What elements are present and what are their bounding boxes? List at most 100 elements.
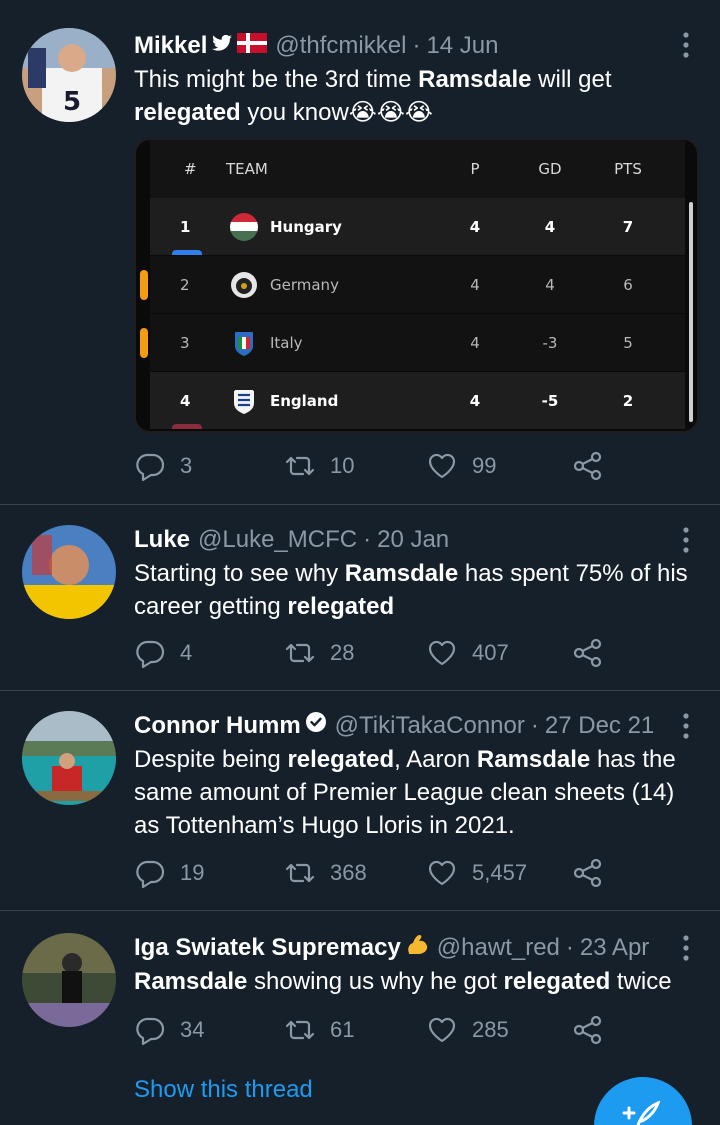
- heart-icon: [428, 640, 456, 666]
- author-handle[interactable]: @Luke_MCFC: [198, 525, 357, 555]
- tweet[interactable]: 5 Mikkel @thfcmikkel · 14 Jun This might…: [0, 0, 720, 505]
- more-vertical-icon[interactable]: [674, 933, 698, 963]
- more-vertical-icon[interactable]: [674, 525, 698, 555]
- reply-icon: [136, 453, 165, 482]
- like-button[interactable]: 5,457: [426, 857, 527, 889]
- col-p: P: [470, 160, 480, 178]
- retweet-count: 368: [330, 860, 367, 885]
- tweet-actions: 19 368 5,457: [134, 857, 604, 893]
- share-icon: [573, 858, 602, 888]
- share-button[interactable]: [572, 1014, 618, 1046]
- tweet-date[interactable]: 23 Apr: [580, 933, 649, 963]
- share-button[interactable]: [572, 637, 618, 669]
- playoff-marker: [140, 328, 148, 358]
- like-count: 285: [472, 1017, 509, 1042]
- reply-button[interactable]: 4: [134, 637, 192, 669]
- author-name[interactable]: Connor Humm: [134, 711, 301, 741]
- reply-count: 3: [180, 453, 193, 478]
- retweet-icon: [285, 863, 315, 883]
- heart-icon: [428, 453, 456, 479]
- table-row: 3 Italy 4 -3 5: [140, 314, 685, 371]
- table-header: # TEAM P GD PTS: [150, 140, 685, 198]
- retweet-count: 10: [330, 453, 355, 478]
- crying-emoji: 😭😭😭: [348, 99, 433, 126]
- tweet-actions: 3 10 99: [134, 450, 604, 486]
- tweet-text: Ramsdale showing us why he got relegated…: [134, 968, 672, 995]
- share-button[interactable]: [572, 450, 618, 482]
- like-count: 407: [472, 640, 509, 665]
- col-pos: #: [184, 160, 197, 178]
- tweet-header: Iga Swiatek Supremacy @hawt_red · 23 Apr: [134, 933, 702, 963]
- share-icon: [573, 451, 602, 481]
- bird-icon: [211, 31, 233, 61]
- author-handle[interactable]: @TikiTakaConnor: [335, 711, 525, 741]
- tweet-text: This might be the 3rd time Ramsdale will…: [134, 66, 612, 126]
- table-row: 4 England 4 -5 2: [150, 372, 685, 429]
- like-button[interactable]: 285: [426, 1014, 509, 1046]
- show-thread-link[interactable]: Show this thread: [134, 1076, 313, 1104]
- reply-count: 34: [180, 1017, 205, 1042]
- compose-icon: [620, 1099, 661, 1125]
- like-button[interactable]: 99: [426, 450, 496, 482]
- retweet-icon: [285, 643, 315, 663]
- table-row: 2 Germany 4 4 6: [140, 256, 685, 313]
- denmark-flag-icon: [237, 31, 268, 61]
- promotion-marker: [172, 250, 202, 255]
- author-name[interactable]: Luke: [134, 525, 190, 555]
- tweet-text: Despite being relegated, Aaron Ramsdale …: [134, 746, 676, 839]
- heart-icon: [428, 1017, 456, 1043]
- avatar[interactable]: [22, 933, 116, 1027]
- reply-button[interactable]: 3: [134, 450, 192, 482]
- avatar[interactable]: [22, 525, 116, 619]
- retweet-button[interactable]: 61: [284, 1014, 354, 1046]
- avatar[interactable]: [22, 711, 116, 805]
- share-icon: [573, 638, 602, 668]
- col-pts: PTS: [614, 160, 642, 178]
- author-name[interactable]: Mikkel: [134, 31, 207, 61]
- germany-crest-icon: [230, 271, 258, 299]
- tweet-date[interactable]: 27 Dec 21: [545, 711, 654, 741]
- reply-button[interactable]: 19: [134, 857, 204, 889]
- tweet[interactable]: Luke @Luke_MCFC · 20 Jan Starting to see…: [0, 505, 720, 691]
- reply-button[interactable]: 34: [134, 1014, 204, 1046]
- tweet-header: Mikkel @thfcmikkel · 14 Jun: [134, 31, 702, 61]
- col-gd: GD: [538, 160, 562, 178]
- retweet-button[interactable]: 28: [284, 637, 354, 669]
- separator-dot: ·: [412, 32, 421, 59]
- tweet-date[interactable]: 14 Jun: [426, 31, 498, 61]
- like-button[interactable]: 407: [426, 637, 509, 669]
- tweet-actions: 4 28 407: [134, 637, 604, 673]
- author-name[interactable]: Iga Swiatek Supremacy: [134, 933, 401, 963]
- tweet-header: Connor Humm @TikiTakaConnor · 27 Dec 21: [134, 711, 702, 741]
- playoff-marker: [140, 270, 148, 300]
- retweet-count: 28: [330, 640, 355, 665]
- reply-count: 4: [180, 640, 193, 665]
- svg-text:5: 5: [63, 87, 81, 117]
- reply-icon: [136, 640, 165, 669]
- like-count: 5,457: [472, 860, 528, 885]
- more-vertical-icon[interactable]: [674, 711, 698, 741]
- standings-table-image[interactable]: # TEAM P GD PTS 1 Hungary 4 4 7 2 German…: [134, 138, 699, 433]
- retweet-icon: [285, 456, 315, 476]
- hungary-flag-icon: [230, 212, 258, 241]
- table-row: 1 Hungary 4 4 7: [150, 198, 685, 255]
- author-handle[interactable]: @hawt_red: [437, 933, 560, 963]
- tweet-text: Starting to see why Ramsdale has spent 7…: [134, 560, 688, 620]
- retweet-icon: [285, 1020, 315, 1040]
- share-button[interactable]: [572, 857, 618, 889]
- retweet-button[interactable]: 368: [284, 857, 367, 889]
- tweet-date[interactable]: 20 Jan: [377, 525, 449, 555]
- retweet-button[interactable]: 10: [284, 450, 354, 482]
- tweet[interactable]: Connor Humm @TikiTakaConnor · 27 Dec 21 …: [0, 691, 720, 911]
- flexed-bicep-icon: [405, 933, 429, 963]
- retweet-count: 61: [330, 1017, 355, 1042]
- avatar[interactable]: 5: [22, 28, 116, 122]
- like-count: 99: [472, 453, 497, 478]
- relegation-marker: [172, 424, 202, 429]
- heart-icon: [428, 860, 456, 886]
- separator-dot: ·: [363, 526, 372, 553]
- reply-icon: [136, 1017, 165, 1046]
- author-handle[interactable]: @thfcmikkel: [275, 31, 406, 61]
- col-team: TEAM: [226, 160, 268, 178]
- more-vertical-icon[interactable]: [674, 30, 698, 60]
